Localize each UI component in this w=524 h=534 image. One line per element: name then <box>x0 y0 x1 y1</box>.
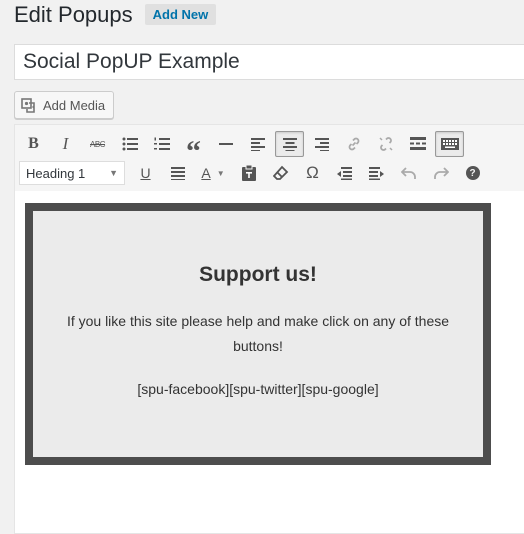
undo-icon <box>400 167 416 179</box>
help-button[interactable]: ? <box>458 160 487 186</box>
blockquote-icon: “ <box>186 135 201 168</box>
outdent-button[interactable] <box>330 160 359 186</box>
remove-link-button[interactable] <box>371 131 400 157</box>
unlink-icon <box>378 137 393 151</box>
clear-formatting-button[interactable] <box>266 160 295 186</box>
bullet-list-icon <box>122 137 138 151</box>
justify-icon <box>170 166 185 180</box>
numbered-list-icon <box>153 137 170 150</box>
numbered-list-button[interactable] <box>147 131 176 157</box>
popup-preview: Support us! If you like this site please… <box>25 203 491 465</box>
align-center-icon <box>282 137 297 151</box>
bold-icon: B <box>28 135 39 152</box>
format-select-value: Heading 1 <box>26 165 86 181</box>
toolbar-row-1: B I ABC “ <box>19 130 467 168</box>
bold-button[interactable]: B <box>19 131 48 157</box>
read-more-button[interactable] <box>403 131 432 157</box>
media-icon <box>21 97 38 113</box>
strikethrough-button[interactable]: ABC <box>83 131 112 157</box>
redo-icon <box>433 167 449 179</box>
horizontal-line-icon <box>218 143 233 145</box>
add-media-button[interactable]: Add Media <box>14 91 115 119</box>
popup-heading: Support us! <box>199 263 317 286</box>
horizontal-line-button[interactable] <box>211 131 240 157</box>
toolbar-row-2: Heading 1 ▼ U A ▼ Ω ? <box>19 159 490 187</box>
blockquote-button[interactable]: “ <box>179 131 208 168</box>
align-right-icon <box>314 137 329 151</box>
paste-as-text-button[interactable] <box>234 160 263 186</box>
page-title: Edit Popups <box>14 2 133 27</box>
link-icon <box>348 137 359 151</box>
undo-button[interactable] <box>394 160 423 186</box>
special-character-button[interactable]: Ω <box>298 160 327 186</box>
post-title-input[interactable] <box>14 44 524 80</box>
underline-icon: U <box>140 165 151 181</box>
toolbar-toggle-button[interactable] <box>435 131 464 157</box>
insert-link-button[interactable] <box>339 131 368 157</box>
italic-button[interactable]: I <box>51 131 80 157</box>
italic-icon: I <box>62 134 69 153</box>
text-color-icon: A <box>201 165 211 181</box>
popup-shortcodes: [spu-facebook][spu-twitter][spu-google] <box>137 381 379 397</box>
text-color-caret-icon: ▼ <box>216 168 225 178</box>
text-color-button[interactable]: A ▼ <box>195 160 231 186</box>
bullet-list-button[interactable] <box>115 131 144 157</box>
help-icon: ? <box>465 166 480 180</box>
read-more-icon <box>409 137 426 150</box>
outdent-icon <box>337 166 352 180</box>
strikethrough-icon: ABC <box>90 139 105 149</box>
justify-button[interactable] <box>163 160 192 186</box>
clipboard-icon <box>241 165 256 181</box>
align-left-button[interactable] <box>243 131 272 157</box>
indent-icon <box>369 166 384 180</box>
editor-toolbar: B I ABC “ Heading 1 ▼ U A ▼ Ω ? <box>15 125 524 192</box>
align-center-button[interactable] <box>275 131 304 157</box>
align-right-button[interactable] <box>307 131 336 157</box>
chevron-down-icon: ▼ <box>109 168 118 178</box>
format-select[interactable]: Heading 1 ▼ <box>19 161 125 185</box>
omega-icon: Ω <box>306 163 319 182</box>
underline-button[interactable]: U <box>131 160 160 186</box>
add-new-button[interactable]: Add New <box>144 3 217 25</box>
align-left-icon <box>250 137 265 151</box>
add-media-label: Add Media <box>43 97 106 113</box>
keyboard-icon <box>440 138 459 150</box>
page-header: Edit Popups Add New <box>14 0 217 30</box>
editor: B I ABC “ Heading 1 ▼ U A ▼ Ω ? Support … <box>14 124 524 534</box>
popup-text: If you like this site please help and ma… <box>66 313 450 354</box>
redo-button[interactable] <box>426 160 455 186</box>
eraser-icon <box>272 165 288 180</box>
editor-content[interactable]: Support us! If you like this site please… <box>15 191 524 533</box>
indent-button[interactable] <box>362 160 391 186</box>
